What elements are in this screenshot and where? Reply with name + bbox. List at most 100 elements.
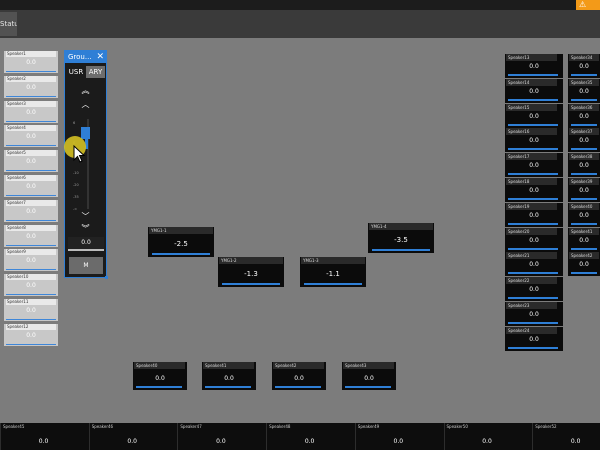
channel-name: Speaker48	[269, 424, 291, 429]
speaker-tile[interactable]: Speaker40 0.0	[568, 202, 600, 227]
speaker-tile[interactable]: Speaker49 0.0	[354, 423, 441, 450]
speaker-tile[interactable]: Speaker1 0.0	[4, 51, 58, 73]
speaker-tile[interactable]: Speaker41 0.0	[202, 362, 256, 390]
speaker-tile[interactable]: Speaker6 0.0	[4, 175, 58, 197]
speaker-tile[interactable]: Speaker34 0.0	[568, 54, 600, 78]
speaker-tile[interactable]: Speaker42 0.0	[272, 362, 326, 390]
speaker-tile[interactable]: Speaker5 0.0	[4, 150, 58, 173]
channel-name: YMG1-3	[301, 257, 365, 264]
speaker-tile[interactable]: Speaker4 0.0	[4, 125, 58, 148]
channel-name: Speaker4	[6, 125, 56, 132]
level-bar	[6, 219, 56, 221]
speaker-tile[interactable]: Speaker42 0.0	[568, 252, 600, 277]
group-tile[interactable]: YMG1-4 -3.5	[368, 223, 434, 253]
warning-triangle-icon[interactable]: ⚠	[576, 0, 600, 10]
speaker-tile[interactable]: Speaker13 0.0	[505, 54, 563, 78]
channel-value: 0.0	[26, 108, 36, 116]
channel-value: 0.0	[26, 133, 36, 141]
speaker-tile[interactable]: Speaker37 0.0	[568, 128, 600, 153]
group-panel-header[interactable]: Grou... ✕	[65, 51, 106, 63]
speaker-tile[interactable]: Speaker18 0.0	[505, 178, 563, 202]
channel-value: 0.0	[579, 162, 589, 170]
channel-value: 0.0	[26, 232, 36, 240]
fader-scale-label: 6	[73, 121, 76, 125]
speaker-tile[interactable]: Speaker45 0.0	[0, 423, 86, 450]
fader-value[interactable]: 0.0	[68, 237, 104, 251]
speaker-tile[interactable]: Speaker3 0.0	[4, 100, 58, 123]
chevron-down-icon[interactable]: ﹀	[65, 213, 106, 221]
speaker-tile[interactable]: Speaker48 0.0	[266, 423, 352, 450]
speaker-tile[interactable]: Speaker14 0.0	[505, 78, 563, 103]
speaker-tile[interactable]: Speaker52 0.0	[532, 423, 600, 450]
level-bar	[6, 319, 56, 320]
channel-value: 0.0	[216, 438, 226, 445]
speaker-tile[interactable]: Speaker46 0.0	[88, 423, 175, 450]
speaker-tile[interactable]: Speaker2 0.0	[4, 75, 58, 98]
speaker-tile[interactable]: Speaker38 0.0	[568, 153, 600, 178]
close-icon[interactable]: ✕	[96, 51, 104, 63]
level-bar	[571, 98, 597, 101]
level-bar	[508, 247, 558, 250]
speaker-tile[interactable]: Speaker24 0.0	[505, 326, 563, 351]
channel-value: 0.0	[579, 63, 589, 70]
speaker-tile[interactable]: Speaker35 0.0	[568, 78, 600, 103]
double-chevron-up-icon[interactable]: ︽	[65, 87, 106, 95]
channel-name: Speaker47	[180, 424, 202, 429]
channel-value: 0.0	[364, 375, 374, 382]
tab-usr[interactable]: USR	[67, 66, 85, 78]
speaker-tile[interactable]: Speaker9 0.0	[4, 249, 58, 272]
channel-value: 0.0	[579, 211, 589, 219]
speaker-tile[interactable]: Speaker36 0.0	[568, 103, 600, 128]
channel-value: 0.0	[529, 162, 539, 170]
speaker-tile[interactable]: Speaker12 0.0	[4, 323, 58, 346]
channel-value: 0.0	[393, 438, 404, 445]
level-bar	[205, 386, 251, 388]
channel-name: Speaker52	[535, 424, 557, 429]
double-chevron-down-icon[interactable]: ︾	[65, 225, 106, 233]
mute-button[interactable]: M	[69, 257, 103, 274]
channel-value: 0.0	[38, 438, 49, 445]
level-bar	[571, 247, 597, 250]
speaker-tile[interactable]: Speaker39 0.0	[568, 178, 600, 202]
speaker-tile[interactable]: Speaker43 0.0	[342, 362, 396, 390]
resize-handle[interactable]	[105, 276, 108, 279]
speaker-tile[interactable]: Speaker16 0.0	[505, 128, 563, 153]
tab-status[interactable]: Status	[0, 12, 17, 36]
level-bar	[6, 170, 56, 172]
channel-name: Speaker3	[6, 100, 56, 107]
channel-name: Speaker17	[506, 153, 557, 161]
speaker-tile[interactable]: Speaker8 0.0	[4, 224, 58, 247]
channel-value: 0.0	[529, 335, 539, 343]
channel-value: 0.0	[579, 187, 589, 194]
level-bar	[571, 272, 597, 275]
chevron-up-icon[interactable]: ︿	[65, 101, 106, 109]
speaker-tile[interactable]: Speaker7 0.0	[4, 199, 58, 222]
group-tile[interactable]: YMG1-2 -1.3	[218, 257, 284, 287]
channel-name: Speaker20	[506, 227, 557, 235]
speaker-tile[interactable]: Speaker21 0.0	[505, 252, 563, 277]
speaker-tile[interactable]: Speaker15 0.0	[505, 103, 563, 128]
group-tile[interactable]: YMG1-1 -2.5	[148, 227, 214, 257]
speaker-tile[interactable]: Speaker11 0.0	[4, 299, 58, 321]
channel-name: Speaker38	[569, 153, 599, 161]
level-bar	[6, 343, 56, 345]
speaker-tile[interactable]: Speaker19 0.0	[505, 202, 563, 227]
fader-scale-label: -20	[73, 183, 79, 187]
channel-name: Speaker16	[506, 128, 557, 136]
level-bar	[6, 294, 56, 296]
speaker-tile[interactable]: Speaker50 0.0	[443, 423, 530, 450]
speaker-tile[interactable]: Speaker17 0.0	[505, 153, 563, 178]
group-tile[interactable]: YMG1-3 -1.1	[300, 257, 366, 287]
speaker-tile[interactable]: Speaker20 0.0	[505, 227, 563, 252]
channel-value: 0.0	[579, 137, 589, 145]
speaker-tile[interactable]: Speaker41 0.0	[568, 227, 600, 252]
speaker-tile[interactable]: Speaker40 0.0	[133, 362, 187, 390]
fader-knob[interactable]	[81, 127, 90, 139]
speaker-tile[interactable]: Speaker10 0.0	[4, 274, 58, 297]
speaker-tile[interactable]: Speaker22 0.0	[505, 277, 563, 302]
speaker-tile[interactable]: Speaker23 0.0	[505, 302, 563, 326]
channel-value: 0.0	[26, 307, 36, 314]
level-bar	[6, 120, 56, 122]
tab-ary[interactable]: ARY	[86, 66, 105, 78]
speaker-tile[interactable]: Speaker47 0.0	[177, 423, 263, 450]
